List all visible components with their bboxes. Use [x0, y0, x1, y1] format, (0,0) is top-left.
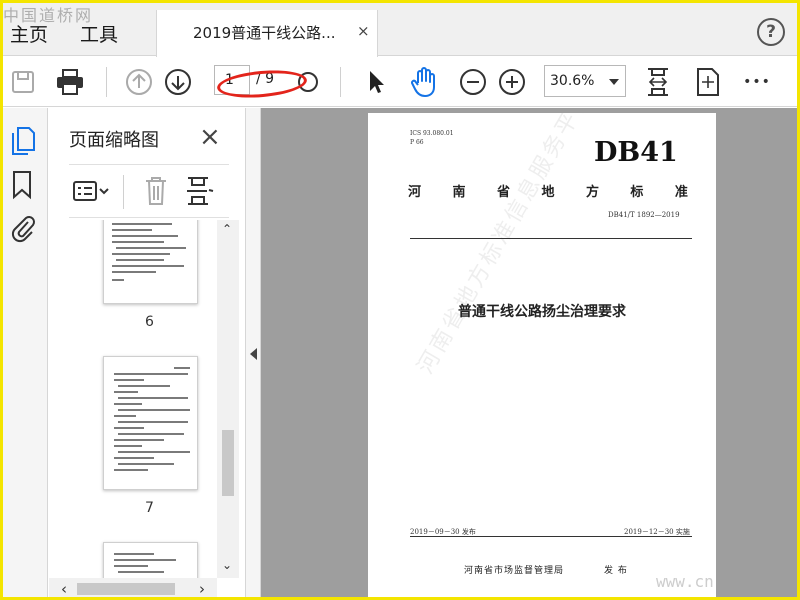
next-page-icon[interactable] [163, 65, 193, 99]
full-screen-icon[interactable] [692, 65, 724, 99]
document-tab[interactable]: 2019普通干线公路... × [156, 10, 378, 57]
separator [106, 67, 107, 97]
site-watermark-top: 中国道桥网 [3, 6, 94, 25]
help-button[interactable]: ? [757, 18, 785, 46]
document-canvas[interactable]: 河南省地方标准信息服务平台 ICS 93.080.01 P 66 DB41 河南… [261, 108, 800, 600]
zoom-in-icon[interactable] [497, 65, 527, 99]
insert-page-icon[interactable] [185, 175, 215, 211]
scroll-up-arrow[interactable]: ⌃ [222, 222, 232, 236]
print-icon[interactable] [52, 65, 88, 99]
standard-prefix: DB41 [594, 137, 678, 168]
tab-close-button[interactable]: × [357, 22, 370, 40]
scrollbar-thumb[interactable] [222, 430, 234, 496]
collapse-panel-handle[interactable] [245, 108, 261, 600]
thumbnail-page-7[interactable] [103, 356, 198, 490]
attachment-icon[interactable] [10, 214, 36, 248]
fit-page-icon[interactable] [642, 65, 674, 99]
thumbnail-page-8[interactable] [103, 542, 198, 578]
divider [410, 238, 692, 239]
p-code: P 66 [410, 139, 424, 146]
document-page: 河南省地方标准信息服务平台 ICS 93.080.01 P 66 DB41 河南… [368, 113, 716, 600]
zoom-select[interactable]: 30.6% [544, 65, 626, 97]
navigation-rail [0, 108, 48, 600]
page-watermark: 河南省地方标准信息服务平台 [413, 113, 598, 379]
hand-tool-icon[interactable] [406, 65, 442, 99]
publish-label: 发 布 [604, 566, 628, 576]
ics-code: ICS 93.080.01 [410, 130, 454, 137]
province-standard-heading: 河南省地方标准 [408, 185, 688, 200]
thumbnail-number-6: 6 [145, 314, 154, 330]
panel-close-button[interactable]: × [199, 122, 221, 152]
horizontal-scrollbar[interactable]: ‹ › [49, 578, 217, 600]
scroll-down-arrow[interactable]: ⌄ [222, 558, 232, 572]
separator [123, 175, 124, 209]
thumbnail-list: 6 7 [49, 220, 217, 578]
thumbnail-number-7: 7 [145, 500, 154, 516]
panel-toolbar [69, 164, 229, 218]
zoom-value: 30.6% [550, 73, 595, 89]
bookmark-icon[interactable] [10, 170, 34, 204]
thumbnail-page-6[interactable] [103, 220, 198, 304]
toolbar: 1 / 9 30.6% ••• [0, 57, 800, 107]
document-tab-title: 2019普通干线公路... [193, 24, 336, 42]
site-watermark-bottom: www.cn [656, 572, 714, 591]
delete-page-icon[interactable] [143, 175, 169, 211]
select-cursor-icon[interactable] [360, 65, 390, 99]
chevron-left-icon [250, 348, 257, 360]
scrollbar-thumb[interactable] [77, 583, 175, 595]
separator [340, 67, 341, 97]
publisher: 河南省市场监督管理局 [464, 566, 565, 576]
page-thumbnails-icon[interactable] [10, 126, 36, 160]
more-tools-button[interactable]: ••• [742, 65, 772, 99]
save-icon[interactable] [8, 65, 38, 99]
divider [410, 536, 692, 537]
tab-bar: 主页 工具 2019普通干线公路... × ? [0, 0, 800, 57]
thumbnails-panel: 页面缩略图 × 6 7 ⌃ ⌄ ‹ › [49, 108, 245, 600]
scroll-right-arrow[interactable]: › [199, 580, 205, 598]
zoom-out-icon[interactable] [458, 65, 488, 99]
scroll-left-arrow[interactable]: ‹ [61, 580, 67, 598]
standard-number: DB41/T 1892—2019 [608, 211, 680, 219]
panel-title: 页面缩略图 [69, 130, 159, 151]
document-title: 普通干线公路扬尘治理要求 [458, 304, 626, 320]
thumbnail-options-icon[interactable] [73, 179, 111, 207]
chevron-down-icon [609, 79, 619, 85]
previous-page-icon[interactable] [124, 65, 154, 99]
vertical-scrollbar[interactable]: ⌃ ⌄ [217, 220, 239, 578]
